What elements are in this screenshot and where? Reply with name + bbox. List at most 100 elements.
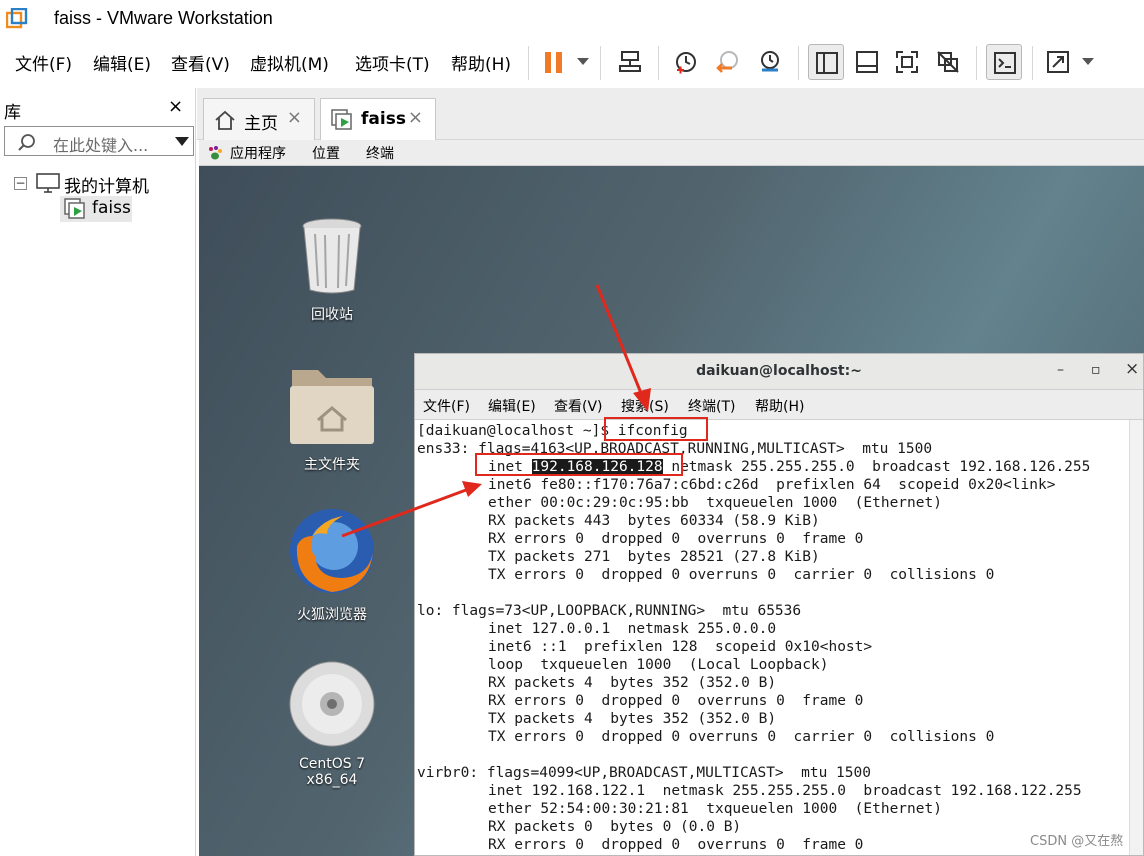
- snapshot-clock-icon: [676, 52, 696, 74]
- inet-rest: netmask 255.255.255.0 broadcast 192.168.…: [662, 459, 1091, 475]
- terminal-line: RX errors 0 dropped 0 overruns 0 frame 0: [488, 531, 864, 547]
- vm-running-icon: [331, 109, 352, 130]
- search-dropdown-arrow-icon[interactable]: [175, 137, 189, 146]
- revert-snapshot-button[interactable]: [710, 44, 746, 80]
- title-bar: faiss - VMware Workstation: [0, 0, 1144, 38]
- send-ctrl-alt-del-button[interactable]: [612, 44, 648, 80]
- desktop-icon-label: 火狐浏览器: [297, 607, 367, 623]
- terminal-close-button[interactable]: ×: [1125, 359, 1139, 379]
- library-close-button[interactable]: ×: [168, 96, 183, 117]
- terminal-line: RX errors 0 dropped 0 overruns 0 frame 0: [488, 693, 864, 709]
- sidebar-layout-icon: [816, 52, 838, 74]
- terminal-title-bar[interactable]: daikuan@localhost:~ – ▫ ×: [415, 354, 1143, 390]
- guest-menu-places[interactable]: 位置: [312, 143, 340, 163]
- console-icon: [994, 52, 1016, 74]
- tree-item-label: faiss: [92, 198, 131, 218]
- pause-icon: [545, 52, 562, 73]
- terminal-minimize-button[interactable]: –: [1057, 362, 1064, 378]
- terminal-line: RX packets 443 bytes 60334 (58.9 KiB): [488, 513, 820, 529]
- terminal-line: virbr0: flags=4099<UP,BROADCAST,MULTICAS…: [417, 765, 871, 781]
- pause-dropdown-caret[interactable]: [577, 58, 589, 65]
- tab-close-button[interactable]: ×: [287, 107, 302, 128]
- menu-file[interactable]: 文件(F): [15, 50, 72, 75]
- terminal-window[interactable]: daikuan@localhost:~ – ▫ × 文件(F) 编辑(E) 查看…: [414, 353, 1144, 856]
- terminal-line: ether 00:0c:29:0c:95:bb txqueuelen 1000 …: [488, 495, 942, 511]
- terminal-line: ether 52:54:00:30:21:81 txqueuelen 1000 …: [488, 801, 942, 817]
- guest-top-panel: 应用程序 位置 终端: [199, 140, 1144, 166]
- terminal-menu-view[interactable]: 查看(V): [554, 396, 603, 416]
- terminal-line: inet6 fe80::f170:76a7:c6bd:c26d prefixle…: [488, 477, 1056, 493]
- console-view-button[interactable]: [986, 44, 1022, 80]
- toolbar-separator: [600, 46, 601, 80]
- snapshot-manager-button[interactable]: [752, 44, 788, 80]
- pause-button[interactable]: [536, 44, 572, 80]
- tab-home[interactable]: 主页 ×: [203, 98, 315, 140]
- desktop-icon-home-folder[interactable]: 主文件夹: [272, 362, 392, 474]
- tab-faiss[interactable]: faiss ×: [320, 98, 436, 140]
- library-search-field[interactable]: 在此处键入...: [4, 126, 194, 156]
- desktop-icon-cdrom[interactable]: CentOS 7 x86_64: [272, 660, 392, 788]
- unity-button[interactable]: [930, 44, 966, 80]
- annotation-box-command: [604, 417, 708, 441]
- tree-collapse-toggle[interactable]: −: [14, 177, 27, 190]
- tree-item-label: 我的计算机: [64, 177, 149, 197]
- firefox-icon: [290, 509, 374, 593]
- stretch-dropdown-caret[interactable]: [1082, 58, 1094, 65]
- terminal-menu-bar: 文件(F) 编辑(E) 查看(V) 搜索(S) 终端(T) 帮助(H): [415, 390, 1143, 420]
- toolbar-separator: [528, 46, 529, 80]
- home-folder-icon: [290, 370, 374, 444]
- library-title: 库: [4, 103, 21, 123]
- terminal-menu-file[interactable]: 文件(F): [423, 396, 470, 416]
- show-thumbnail-bar-button[interactable]: [849, 44, 885, 80]
- annotation-box-ip: [475, 453, 683, 476]
- tab-strip: 主页 × faiss ×: [197, 88, 1144, 140]
- revert-clock-icon: [716, 51, 738, 73]
- tree-item-faiss[interactable]: faiss: [60, 196, 132, 222]
- full-screen-button[interactable]: [889, 44, 925, 80]
- terminal-line: inet 127.0.0.1 netmask 255.0.0.0: [488, 621, 777, 637]
- desktop-icon-label: 主文件夹: [304, 457, 360, 473]
- library-search-placeholder: 在此处键入...: [53, 136, 149, 155]
- terminal-menu-edit[interactable]: 编辑(E): [488, 396, 536, 416]
- vmware-logo-icon: [6, 8, 28, 29]
- menu-edit[interactable]: 编辑(E): [93, 50, 151, 75]
- menu-view[interactable]: 查看(V): [171, 50, 230, 75]
- stretch-icon: [1047, 51, 1069, 73]
- terminal-line: lo: flags=73<UP,LOOPBACK,RUNNING> mtu 65…: [417, 603, 802, 619]
- menu-help[interactable]: 帮助(H): [451, 50, 511, 75]
- snapshot-manager-icon: [761, 51, 779, 72]
- tab-close-button[interactable]: ×: [408, 107, 423, 128]
- guest-menu-terminal[interactable]: 终端: [366, 143, 394, 163]
- stretch-guest-button[interactable]: [1040, 44, 1076, 80]
- gnome-foot-icon: [209, 146, 222, 160]
- unity-disabled-icon: [937, 51, 959, 73]
- toolbar-separator: [1032, 46, 1033, 80]
- terminal-scrollbar[interactable]: [1129, 420, 1143, 855]
- terminal-menu-search[interactable]: 搜索(S): [621, 396, 669, 416]
- menu-tabs[interactable]: 选项卡(T): [355, 50, 430, 75]
- toolbar-separator: [658, 46, 659, 80]
- terminal-line: inet6 ::1 prefixlen 128 scopeid 0x10<hos…: [488, 639, 873, 655]
- desktop-icon-firefox[interactable]: 火狐浏览器: [272, 506, 392, 624]
- tree-item-my-computer[interactable]: − 我的计算机: [12, 170, 192, 198]
- terminal-line: inet 192.168.122.1 netmask 255.255.255.0…: [488, 783, 1082, 799]
- terminal-output[interactable]: [daikuan@localhost ~]$ ifconfig ens33: f…: [415, 420, 1131, 855]
- terminal-line: RX packets 4 bytes 352 (352.0 B): [488, 675, 777, 691]
- terminal-line: TX errors 0 dropped 0 overruns 0 carrier…: [488, 567, 995, 583]
- guest-menu-applications[interactable]: 应用程序: [230, 143, 286, 163]
- desktop-icon-trash[interactable]: 回收站: [272, 216, 392, 324]
- desktop-icon-label: 回收站: [311, 307, 353, 323]
- terminal-menu-terminal[interactable]: 终端(T): [688, 396, 735, 416]
- terminal-menu-help[interactable]: 帮助(H): [755, 396, 804, 416]
- menu-vm[interactable]: 虚拟机(M): [250, 50, 329, 75]
- home-icon: [215, 110, 235, 130]
- terminal-line: loop txqueuelen 1000 (Local Loopback): [488, 657, 829, 673]
- tab-label: 主页: [244, 114, 278, 134]
- network-icon: [619, 51, 641, 72]
- snapshot-button[interactable]: [668, 44, 704, 80]
- terminal-line: TX errors 0 dropped 0 overruns 0 carrier…: [488, 729, 995, 745]
- computer-icon: [36, 173, 60, 193]
- terminal-maximize-button[interactable]: ▫: [1091, 362, 1101, 378]
- show-library-button[interactable]: [808, 44, 844, 80]
- toolbar-separator: [976, 46, 977, 80]
